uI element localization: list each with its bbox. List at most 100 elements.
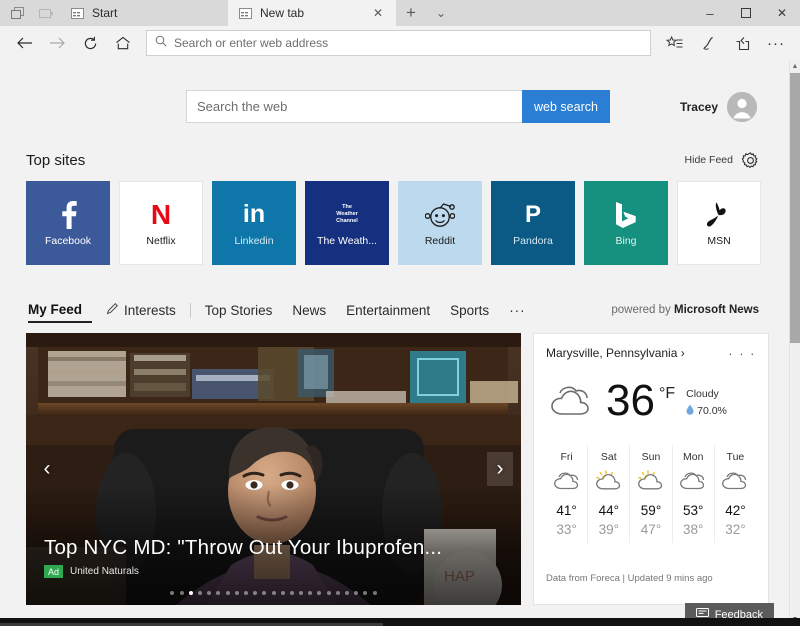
forecast-day[interactable]: Fri 41° 33° [546, 445, 587, 543]
carousel-dot[interactable] [327, 591, 331, 595]
carousel-dot[interactable] [198, 591, 202, 595]
new-tab-button[interactable]: + [396, 0, 426, 26]
divider [190, 303, 191, 318]
carousel-dot[interactable] [207, 591, 211, 595]
more-options-icon[interactable]: ··· [760, 28, 792, 58]
carousel-dot[interactable] [290, 591, 294, 595]
pandora-icon: P [525, 200, 541, 230]
carousel-dot[interactable] [299, 591, 303, 595]
tile-label: The Weath... [317, 235, 377, 247]
facebook-icon [60, 200, 77, 230]
carousel-dot[interactable] [272, 591, 276, 595]
carousel-dot[interactable] [262, 591, 266, 595]
carousel-dot[interactable] [317, 591, 321, 595]
web-search-button[interactable]: web search [522, 90, 610, 123]
forward-button[interactable] [41, 28, 73, 58]
avatar[interactable] [727, 92, 757, 122]
page-body: Search the web web search Tracey Top sit… [0, 60, 789, 626]
forecast-day[interactable]: Tue 42° 32° [714, 445, 756, 543]
carousel-next-button[interactable]: › [487, 452, 513, 486]
tile-pandora[interactable]: P Pandora [491, 181, 575, 265]
search-input[interactable]: Search the web [186, 90, 522, 123]
set-aside-tabs-icon[interactable] [4, 1, 32, 25]
carousel-dot[interactable] [253, 591, 257, 595]
share-icon[interactable] [726, 28, 758, 58]
weather-unit: °F [659, 385, 675, 403]
forecast-day[interactable]: Mon 53° 38° [672, 445, 714, 543]
edge-browser-window: Start New tab ✕ + ⌄ – ✕ [0, 0, 800, 626]
browser-tab-start[interactable]: Start [60, 0, 228, 26]
carousel-dots[interactable] [26, 591, 521, 595]
carousel-dot[interactable] [235, 591, 239, 595]
refresh-button[interactable] [74, 28, 106, 58]
weather-location[interactable]: Marysville, Pennsylvania › [546, 346, 685, 360]
search-row: Search the web web search Tracey [0, 60, 789, 123]
carousel-dot[interactable] [226, 591, 230, 595]
tab-sports[interactable]: Sports [440, 297, 499, 323]
cloudy-icon [552, 470, 582, 496]
gear-icon[interactable] [741, 151, 759, 169]
address-bar[interactable]: Search or enter web address [146, 30, 651, 56]
close-icon[interactable]: ✕ [370, 5, 386, 21]
forecast-day-name: Tue [727, 451, 745, 463]
restore-tabs-icon[interactable] [32, 1, 60, 25]
ad-source: United Naturals [70, 566, 139, 577]
weather-more-menu[interactable]: · · · [728, 346, 756, 361]
tile-facebook[interactable]: Facebook [26, 181, 110, 265]
scroll-up-button[interactable]: ▲ [790, 60, 800, 73]
carousel-dot[interactable] [216, 591, 220, 595]
tile-netflix[interactable]: N Netflix [119, 181, 203, 265]
carousel-dot[interactable] [363, 591, 367, 595]
carousel-dot[interactable] [170, 591, 174, 595]
tile-label: Linkedin [234, 235, 273, 247]
partly-sunny-icon [636, 470, 666, 496]
tile-msn[interactable]: MSN [677, 181, 761, 265]
chevron-down-icon[interactable]: ⌄ [426, 0, 456, 26]
scrollbar-thumb[interactable] [790, 73, 800, 343]
tile-bing[interactable]: Bing [584, 181, 668, 265]
close-button[interactable]: ✕ [764, 0, 800, 26]
weather-condition-block: Cloudy 70.0% [686, 384, 727, 418]
home-button[interactable] [107, 28, 139, 58]
powered-by-label: powered by Microsoft News [611, 304, 759, 316]
add-to-favorites-icon[interactable] [658, 28, 690, 58]
carousel-dot[interactable] [373, 591, 377, 595]
cloudy-icon [678, 470, 708, 496]
carousel-dot[interactable] [354, 591, 358, 595]
tile-reddit[interactable]: Reddit [398, 181, 482, 265]
carousel-dot[interactable] [308, 591, 312, 595]
page-scrollbar[interactable]: ▲ ▼ [789, 60, 800, 626]
tab-entertainment[interactable]: Entertainment [336, 297, 440, 323]
window-controls: – ✕ [692, 0, 800, 26]
hero-headline[interactable]: Top NYC MD: "Throw Out Your Ibuprofen... [44, 536, 503, 560]
user-profile[interactable]: Tracey [680, 92, 757, 122]
minimize-button[interactable]: – [692, 0, 728, 26]
tab-top-stories[interactable]: Top Stories [195, 297, 283, 323]
carousel-dot[interactable] [244, 591, 248, 595]
weather-channel-icon: TheWeatherChannel [336, 200, 358, 230]
weather-forecast: Fri 41° 33° Sat 44° 39° Sun [546, 445, 756, 543]
carousel-dot[interactable] [180, 591, 184, 595]
carousel-dot[interactable] [345, 591, 349, 595]
tab-news[interactable]: News [282, 297, 336, 323]
forecast-day[interactable]: Sun 59° 47° [629, 445, 671, 543]
back-button[interactable] [8, 28, 40, 58]
page-icon [238, 7, 253, 19]
forecast-day[interactable]: Sat 44° 39° [587, 445, 629, 543]
web-notes-icon[interactable] [692, 28, 724, 58]
browser-tab-new-tab[interactable]: New tab ✕ [228, 0, 396, 26]
carousel-dot[interactable] [189, 591, 193, 595]
maximize-button[interactable] [728, 0, 764, 26]
carousel-dot[interactable] [281, 591, 285, 595]
carousel-prev-button[interactable]: ‹ [34, 452, 60, 486]
tile-the-weather-channel[interactable]: TheWeatherChannel The Weath... [305, 181, 389, 265]
hide-feed-button[interactable]: Hide Feed [685, 154, 733, 166]
tab-interests[interactable]: Interests [96, 297, 186, 323]
tile-linkedin[interactable]: in Linkedin [212, 181, 296, 265]
tab-more-icon[interactable]: ··· [499, 297, 536, 323]
feed-controls: Hide Feed [685, 151, 759, 169]
address-input[interactable]: Search or enter web address [174, 36, 328, 50]
hero-article-card[interactable]: HAP ‹ › Top NYC MD: "Throw Out Your Ibup… [26, 333, 521, 605]
carousel-dot[interactable] [336, 591, 340, 595]
tab-my-feed[interactable]: My Feed [28, 297, 92, 323]
